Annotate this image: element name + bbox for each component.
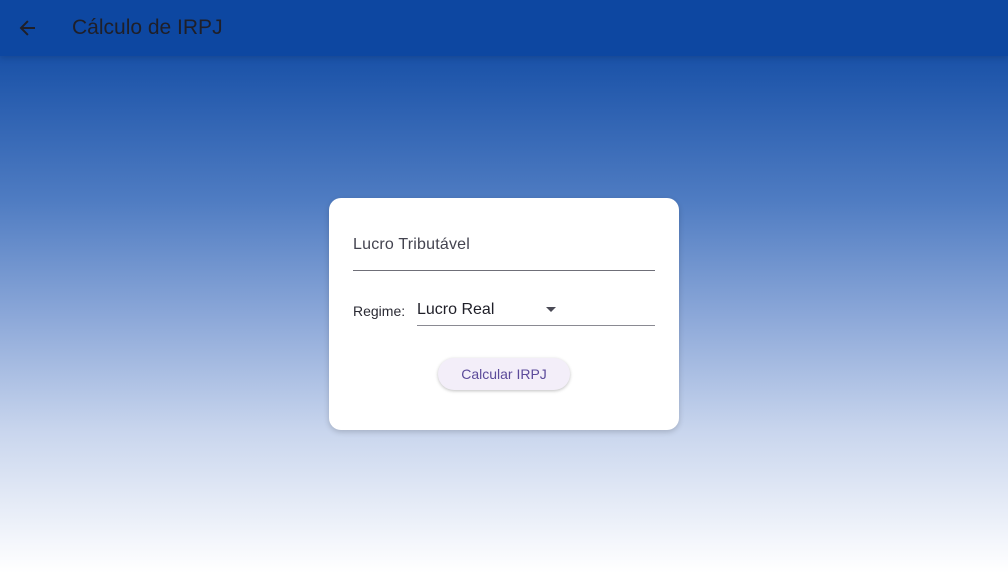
regime-row: Regime: Lucro Real xyxy=(353,296,655,326)
regime-dropdown[interactable]: Lucro Real xyxy=(417,296,655,326)
regime-label: Regime: xyxy=(353,303,406,319)
back-button[interactable] xyxy=(10,10,46,46)
arrow-left-icon xyxy=(19,20,35,36)
page-title: Cálculo de IRPJ xyxy=(72,16,223,39)
regime-selected-value: Lucro Real xyxy=(417,301,495,318)
dropdown-arrow-icon xyxy=(546,307,556,312)
calcular-irpj-button[interactable]: Calcular IRPJ xyxy=(438,358,570,390)
irpj-form-card: Lucro Tributável Regime: Lucro Real Calc… xyxy=(329,198,679,430)
lucro-tributavel-field[interactable]: Lucro Tributável xyxy=(353,226,655,271)
lucro-tributavel-label: Lucro Tributável xyxy=(353,236,471,253)
app-bar: Cálculo de IRPJ xyxy=(0,0,1008,56)
